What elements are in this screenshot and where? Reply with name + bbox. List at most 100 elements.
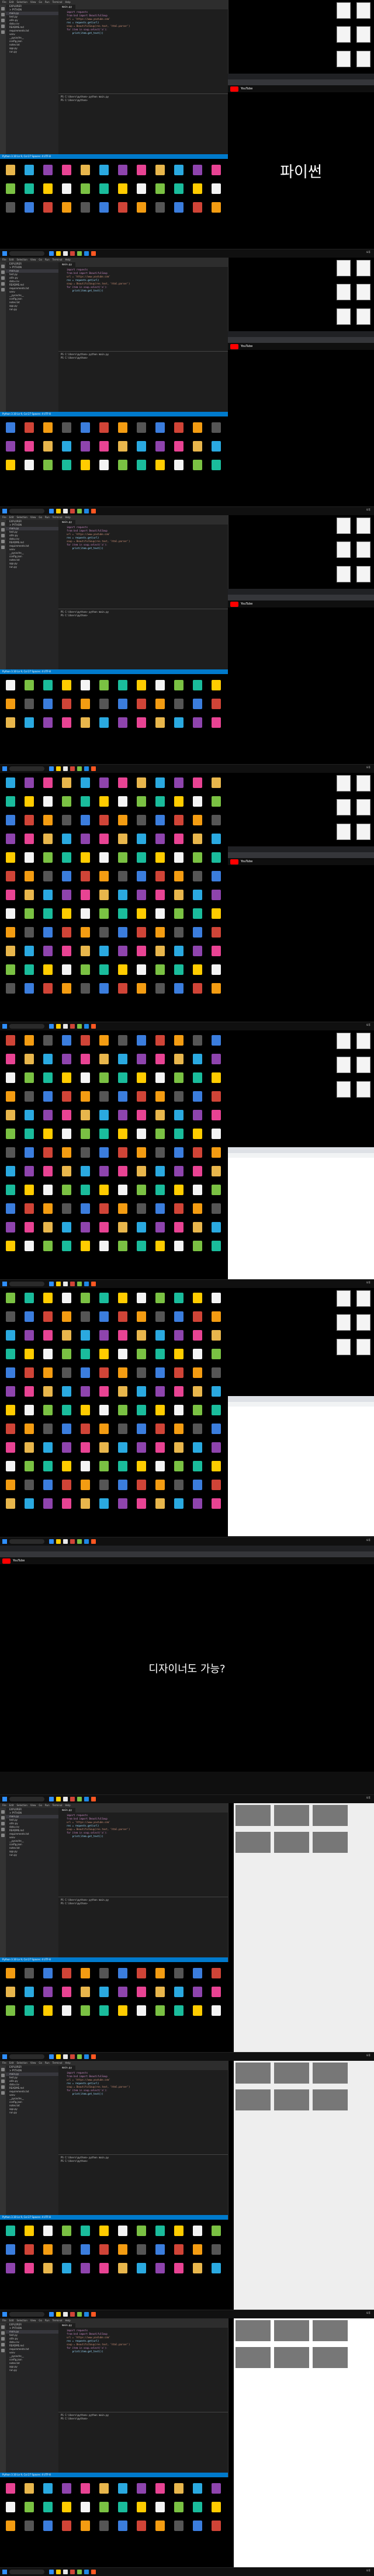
desktop-icon[interactable] — [172, 1147, 186, 1164]
desktop-icon[interactable] — [209, 1442, 223, 1459]
desktop-icon[interactable] — [209, 1480, 223, 1496]
desktop-icon[interactable] — [22, 717, 36, 734]
desktop-icon[interactable] — [41, 1185, 55, 1201]
desktop-icon[interactable] — [78, 1367, 92, 1384]
menu-item[interactable]: Go — [39, 258, 42, 261]
desktop-icon[interactable] — [97, 1072, 111, 1089]
desktop-icon[interactable] — [116, 927, 130, 943]
desktop-icon[interactable] — [116, 165, 130, 181]
desktop-icon[interactable] — [78, 1405, 92, 1421]
desktop-icon[interactable] — [78, 871, 92, 887]
desktop-icon[interactable] — [60, 2483, 74, 2499]
desktop-icon[interactable] — [22, 777, 36, 794]
desktop-icon[interactable] — [116, 908, 130, 925]
taskbar-app-icon[interactable] — [49, 251, 54, 256]
menu-item[interactable]: Help — [65, 258, 71, 261]
desktop-icon[interactable] — [134, 1311, 148, 1328]
desktop-icon[interactable] — [172, 1166, 186, 1182]
tab-main-py[interactable]: main.py — [58, 520, 75, 525]
address-bar[interactable] — [228, 1402, 374, 1407]
desktop-icon[interactable] — [153, 1424, 167, 1440]
menu-item[interactable]: Help — [65, 1804, 71, 1807]
desktop-icon[interactable] — [209, 1405, 223, 1421]
desktop-icon[interactable] — [134, 1386, 148, 1402]
desktop-icon[interactable] — [97, 460, 111, 476]
desktop-icon[interactable] — [209, 1185, 223, 1201]
desktop-icon[interactable] — [134, 165, 148, 181]
taskbar-app-icon[interactable] — [49, 766, 54, 771]
desktop-icon[interactable] — [41, 680, 55, 696]
desktop-icon[interactable] — [209, 964, 223, 981]
desktop-icon[interactable] — [4, 1461, 18, 1477]
desktop-icon[interactable] — [153, 964, 167, 981]
desktop-icon[interactable] — [41, 964, 55, 981]
desktop-icon[interactable] — [134, 890, 148, 906]
taskbar-app-icon[interactable] — [91, 2054, 96, 2059]
desktop-icon[interactable] — [41, 1386, 55, 1402]
desktop-icon[interactable] — [191, 1110, 205, 1126]
desktop-icon[interactable] — [172, 1405, 186, 1421]
desktop-icon[interactable] — [116, 1293, 130, 1309]
desktop-icon[interactable] — [22, 834, 36, 850]
desktop-icon[interactable] — [60, 1222, 74, 1238]
desktop-icon[interactable] — [41, 1129, 55, 1145]
activity-icon[interactable] — [1, 288, 5, 291]
desktop-icon[interactable] — [134, 1185, 148, 1201]
desktop-icon[interactable] — [134, 1147, 148, 1164]
desktop-icon[interactable] — [116, 946, 130, 962]
desktop-icon[interactable] — [22, 2483, 36, 2499]
desktop-icon[interactable] — [4, 1072, 18, 1089]
menu-item[interactable]: Selection — [16, 2061, 27, 2064]
desktop-icon[interactable] — [41, 2521, 55, 2537]
desktop-icon[interactable] — [4, 946, 18, 962]
desktop-icon[interactable] — [209, 1147, 223, 1164]
desktop-icon[interactable] — [116, 460, 130, 476]
desktop-icon[interactable] — [209, 871, 223, 887]
desktop-icon[interactable] — [116, 1222, 130, 1238]
desktop-icon[interactable] — [22, 871, 36, 887]
taskbar-app-icon[interactable] — [56, 251, 61, 256]
desktop-icon[interactable] — [22, 1498, 36, 1515]
desktop-icon[interactable] — [191, 717, 205, 734]
activity-icon[interactable] — [1, 2091, 5, 2095]
desktop-icon[interactable] — [209, 1987, 223, 2003]
desktop-icon[interactable] — [116, 2502, 130, 2518]
desktop-icon[interactable] — [116, 852, 130, 869]
terminal-panel[interactable]: PS C:\Users\python> python main.py PS C:\… — [58, 2412, 228, 2473]
desktop-icon[interactable] — [134, 2502, 148, 2518]
desktop-icon[interactable] — [41, 946, 55, 962]
desktop-icon[interactable] — [60, 1987, 74, 2003]
desktop-icon[interactable] — [97, 2263, 111, 2279]
desktop-icon[interactable] — [22, 964, 36, 981]
desktop-icon[interactable] — [172, 441, 186, 457]
taskbar-app-icon[interactable] — [91, 509, 96, 513]
taskbar-app-icon[interactable] — [91, 1024, 96, 1029]
desktop-icon[interactable] — [4, 1091, 18, 1108]
taskbar-app-icon[interactable] — [77, 1024, 82, 1029]
terminal-panel[interactable]: PS C:\Users\python> python main.py PS C:\… — [58, 2154, 228, 2215]
taskbar-app-icon[interactable] — [70, 2570, 75, 2574]
start-button[interactable] — [2, 251, 7, 256]
desktop-icon[interactable] — [60, 946, 74, 962]
desktop-icon[interactable] — [78, 2005, 92, 2022]
desktop-icon[interactable] — [41, 1367, 55, 1384]
taskbar-app-icon[interactable] — [77, 251, 82, 256]
taskbar-search[interactable] — [9, 509, 44, 513]
menu-item[interactable]: Run — [45, 2319, 50, 2322]
desktop-icon[interactable] — [134, 699, 148, 715]
desktop-icon[interactable] — [78, 165, 92, 181]
code-editor[interactable]: main.py import requests from bs4 import Be… — [58, 1808, 228, 1895]
desktop-icon[interactable] — [60, 2244, 74, 2261]
desktop-icon[interactable] — [41, 927, 55, 943]
menu-item[interactable]: Go — [39, 2061, 42, 2064]
desktop-icon[interactable] — [172, 1091, 186, 1108]
desktop-icon[interactable] — [116, 2226, 130, 2242]
desktop-icon[interactable] — [209, 815, 223, 831]
desktop-icon[interactable] — [191, 2483, 205, 2499]
desktop-icon[interactable] — [153, 1110, 167, 1126]
taskbar-app-icon[interactable] — [49, 509, 54, 513]
desktop-icon[interactable] — [153, 2483, 167, 2499]
desktop-icon[interactable] — [78, 946, 92, 962]
desktop-icon[interactable] — [60, 1147, 74, 1164]
desktop-icon[interactable] — [116, 1129, 130, 1145]
